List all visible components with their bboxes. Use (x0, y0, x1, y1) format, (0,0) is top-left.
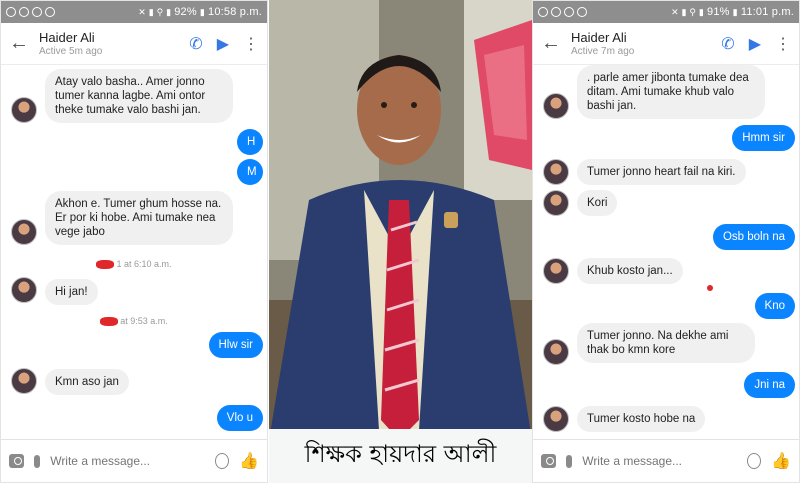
battery-icon: ▮ (732, 6, 738, 17)
battery-level: 92% (174, 6, 197, 18)
message-timestamp: at 9:53 a.m. (1, 316, 267, 327)
notification-icon (32, 7, 42, 17)
video-camera-icon[interactable]: ▶ (749, 34, 761, 54)
incoming-message[interactable]: . parle amer jibonta tumake dea ditam. A… (577, 65, 765, 119)
photo-caption: শিক্ষক হায়দার আলী (304, 440, 497, 468)
avatar[interactable] (543, 258, 569, 284)
avatar[interactable] (543, 159, 569, 185)
incoming-message[interactable]: Kmn aso jan (45, 369, 129, 395)
avatar[interactable] (11, 368, 37, 394)
avatar[interactable] (543, 339, 569, 365)
notification-icons (538, 7, 587, 17)
outgoing-message[interactable]: Jni na (744, 372, 795, 398)
video-camera-icon[interactable]: ▶ (217, 34, 229, 54)
incoming-message[interactable]: Atay valo basha.. Amer jonno tumer kanna… (45, 69, 233, 123)
more-vert-icon[interactable]: ⋮ (775, 34, 791, 54)
outgoing-message[interactable]: Kno (754, 293, 795, 319)
back-arrow-icon[interactable]: ← (541, 32, 571, 55)
outgoing-message[interactable]: Osb boln na (712, 224, 795, 250)
message-thread: Atay valo basha.. Amer jonno tumer kanna… (1, 65, 267, 441)
battery-icon: ▮ (199, 6, 206, 17)
status-bar: ✕ ▮ ⚲ ▮ 91% ▮ 11:01 p.m. (533, 1, 799, 23)
clock: 11:01 p.m. (740, 6, 794, 18)
chat-header: ← Haider Ali Active 7m ago ✆ ▶ ⋮ (533, 23, 799, 65)
incoming-message[interactable]: Khub kosto jan... (577, 258, 683, 284)
notification-icon (577, 7, 587, 17)
avatar[interactable] (11, 277, 37, 303)
notification-icons (6, 7, 55, 17)
incoming-message[interactable]: Tumer jonno heart fail na kiri. (577, 159, 746, 185)
emoji-icon[interactable] (747, 453, 762, 469)
system-status-icons: ✕ ▮ ⚲ ▮ (671, 6, 705, 17)
chat-header: ← Haider Ali Active 5m ago ✆ ▶ ⋮ (1, 23, 267, 65)
incoming-message[interactable]: Akhon e. Tumer ghum hosse na. Er por ki … (45, 191, 233, 245)
left-phone-screen: ✕ ▮ ⚲ ▮ 92% ▮ 10:58 p.m. ← Haider Ali Ac… (0, 0, 268, 483)
portrait-photo: শিক্ষক হায়দার আলী (269, 0, 532, 483)
redaction-mark (100, 317, 119, 327)
message-timestamp: 1 at 6:10 a.m. (1, 259, 267, 270)
phone-icon[interactable]: ✆ (721, 34, 734, 54)
notification-icon (538, 7, 548, 17)
incoming-message[interactable]: Tumer kosto hobe na (577, 406, 706, 432)
message-composer: 👍 (533, 439, 799, 482)
outgoing-message[interactable]: Hlw sir (208, 332, 263, 358)
avatar[interactable] (543, 406, 569, 432)
notification-icon (45, 7, 55, 17)
right-phone-screen: ✕ ▮ ⚲ ▮ 91% ▮ 11:01 p.m. ← Haider Ali Ac… (532, 0, 800, 483)
thumbs-up-icon[interactable]: 👍 (239, 451, 259, 471)
notification-icon (551, 7, 561, 17)
avatar[interactable] (543, 190, 569, 216)
notification-icon (6, 7, 16, 17)
back-arrow-icon[interactable]: ← (9, 32, 39, 55)
redaction-mark (707, 285, 713, 291)
message-input[interactable] (50, 454, 206, 468)
avatar[interactable] (11, 219, 37, 245)
contact-active-status: Active 7m ago (571, 46, 635, 57)
message-composer: 👍 (1, 439, 267, 482)
screenshot-collage: ✕ ▮ ⚲ ▮ 92% ▮ 10:58 p.m. ← Haider Ali Ac… (0, 0, 800, 483)
avatar[interactable] (543, 93, 569, 119)
phone-icon[interactable]: ✆ (189, 34, 202, 54)
outgoing-message[interactable]: M (237, 159, 263, 185)
mic-icon[interactable] (566, 454, 573, 468)
status-bar: ✕ ▮ ⚲ ▮ 92% ▮ 10:58 p.m. (1, 1, 267, 23)
contact-active-status: Active 5m ago (39, 46, 103, 57)
contact-name[interactable]: Haider Ali (571, 30, 721, 45)
emoji-icon[interactable] (215, 453, 230, 469)
outgoing-message[interactable]: H (237, 129, 263, 155)
avatar[interactable] (11, 97, 37, 123)
outgoing-message[interactable]: Vlo u (216, 405, 263, 431)
notification-icon (19, 7, 29, 17)
outgoing-message[interactable]: Hmm sir (732, 125, 795, 151)
clock: 10:58 p.m. (208, 6, 262, 18)
system-status-icons: ✕ ▮ ⚲ ▮ (138, 6, 172, 17)
battery-level: 91% (707, 6, 730, 18)
camera-icon[interactable] (541, 454, 557, 468)
incoming-message[interactable]: Hi jan! (45, 279, 98, 305)
camera-icon[interactable] (9, 454, 25, 468)
redaction-mark (96, 260, 115, 270)
thumbs-up-icon[interactable]: 👍 (771, 451, 791, 471)
message-input[interactable] (582, 454, 738, 468)
message-thread: . parle amer jibonta tumake dea ditam. A… (533, 65, 799, 441)
portrait-illustration (269, 0, 532, 483)
notification-icon (564, 7, 574, 17)
mic-icon[interactable] (34, 454, 41, 468)
caption-bar: শিক্ষক হায়দার আলী (269, 429, 532, 483)
incoming-message[interactable]: Kori (577, 190, 618, 216)
more-vert-icon[interactable]: ⋮ (243, 34, 259, 54)
contact-name[interactable]: Haider Ali (39, 30, 189, 45)
incoming-message[interactable]: Tumer jonno. Na dekhe ami thak bo kmn ko… (577, 323, 755, 363)
